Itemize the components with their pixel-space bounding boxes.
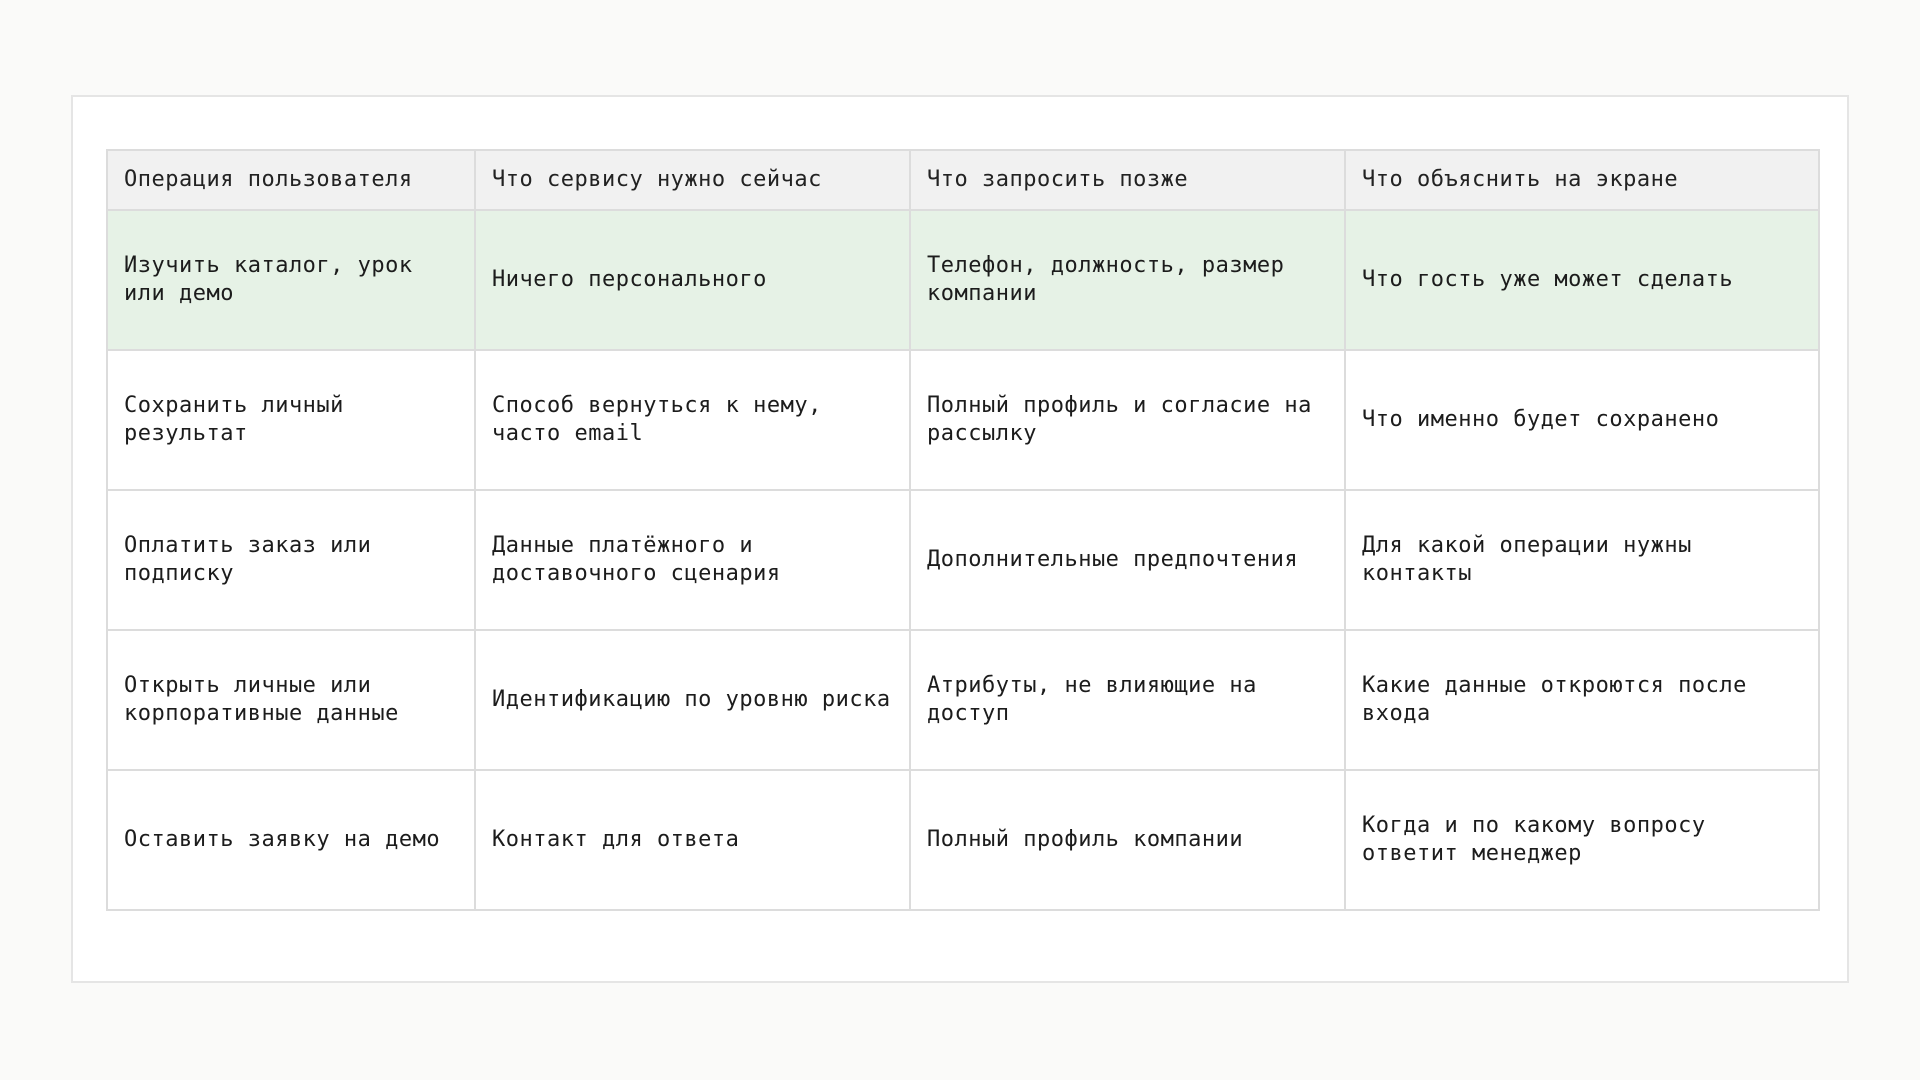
table-cell: Оставить заявку на демо	[106, 769, 476, 911]
table-body: Изучить каталог, урок или демо Ничего пе…	[106, 209, 1820, 911]
column-header-explain-on-screen: Что объяснить на экране	[1344, 149, 1820, 211]
table-cell: Идентификацию по уровню риска	[474, 629, 911, 771]
table-cell: Изучить каталог, урок или демо	[106, 209, 476, 351]
table-row: Изучить каталог, урок или демо Ничего пе…	[106, 209, 1820, 351]
table-cell: Телефон, должность, размер компании	[909, 209, 1346, 351]
content-card: Операция пользователя Что сервису нужно …	[71, 95, 1849, 983]
table-cell: Атрибуты, не влияющие на доступ	[909, 629, 1346, 771]
table-cell: Данные платёжного и доставочного сценари…	[474, 489, 911, 631]
table-cell: Что именно будет сохранено	[1344, 349, 1820, 491]
header-row: Операция пользователя Что сервису нужно …	[106, 149, 1820, 211]
table-cell: Полный профиль компании	[909, 769, 1346, 911]
table-cell: Ничего персонального	[474, 209, 911, 351]
table-cell: Полный профиль и согласие на рассылку	[909, 349, 1346, 491]
table-cell: Способ вернуться к нему, часто email	[474, 349, 911, 491]
table-row: Оплатить заказ или подписку Данные платё…	[106, 489, 1820, 631]
table-cell: Что гость уже может сделать	[1344, 209, 1820, 351]
table-cell: Сохранить личный результат	[106, 349, 476, 491]
table-header: Операция пользователя Что сервису нужно …	[106, 149, 1820, 211]
table-cell: Когда и по какому вопросу ответит менедж…	[1344, 769, 1820, 911]
table-row: Сохранить личный результат Способ вернут…	[106, 349, 1820, 491]
data-table: Операция пользователя Что сервису нужно …	[106, 149, 1820, 911]
table-cell: Какие данные откроются после входа	[1344, 629, 1820, 771]
column-header-user-operation: Операция пользователя	[106, 149, 476, 211]
column-header-needed-now: Что сервису нужно сейчас	[474, 149, 911, 211]
table-row: Оставить заявку на демо Контакт для отве…	[106, 769, 1820, 911]
table-cell: Открыть личные или корпоративные данные	[106, 629, 476, 771]
table-cell: Контакт для ответа	[474, 769, 911, 911]
table-row: Открыть личные или корпоративные данные …	[106, 629, 1820, 771]
table-cell: Дополнительные предпочтения	[909, 489, 1346, 631]
column-header-request-later: Что запросить позже	[909, 149, 1346, 211]
table-cell: Оплатить заказ или подписку	[106, 489, 476, 631]
table-cell: Для какой операции нужны контакты	[1344, 489, 1820, 631]
